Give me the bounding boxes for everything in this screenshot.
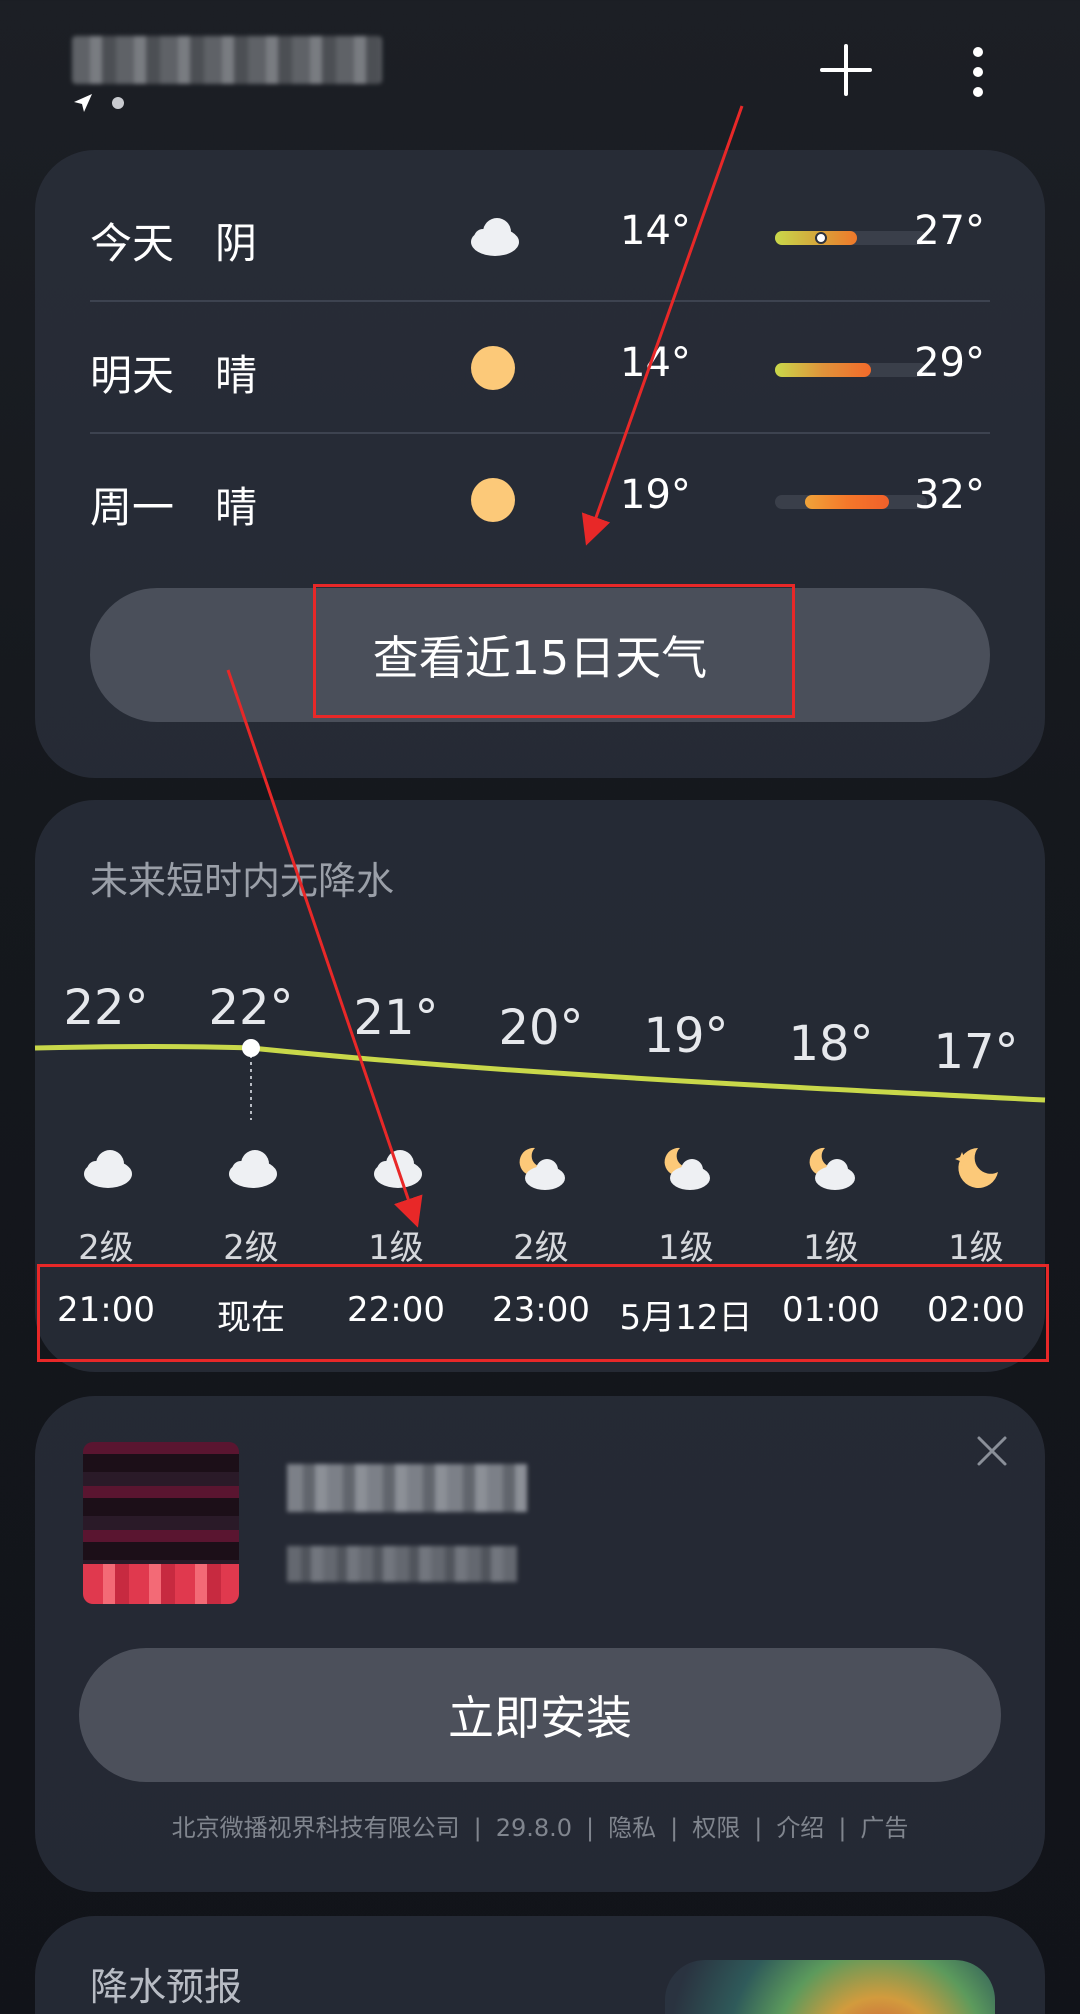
privacy-link[interactable]: 隐私 — [608, 1814, 656, 1842]
forecast-row-today[interactable]: 今天 阴 14° 27° — [90, 170, 990, 302]
cloud-icon — [84, 1150, 132, 1188]
ad-footer: 北京微播视界科技有限公司 | 29.8.0 | 隐私 | 权限 | 介绍 | 广告 — [171, 1814, 909, 1842]
high-temp: 27° — [914, 208, 985, 254]
current-temp-marker — [815, 232, 827, 244]
temp-range-bar — [775, 495, 927, 509]
highlight-box-15-day-button — [313, 584, 795, 718]
page-indicator-dot — [112, 97, 124, 109]
moon-icon — [955, 1148, 998, 1188]
top-bar — [0, 0, 1080, 140]
forecast-row-monday[interactable]: 周一 晴 19° 32° — [90, 434, 990, 566]
ad-label: 广告 — [860, 1814, 909, 1842]
hourly-icon-cell — [468, 1140, 614, 1196]
cloud-icon — [471, 218, 519, 256]
hour-temp: 19° — [643, 1008, 729, 1064]
hourly-icon-cell — [323, 1140, 469, 1196]
day-label: 明天 — [90, 351, 175, 400]
hour-temp: 22° — [63, 980, 149, 1036]
precipitation-map-thumbnail[interactable] — [665, 1960, 995, 2014]
temp-range-bar — [775, 231, 927, 245]
low-temp: 14° — [620, 340, 691, 386]
sun-icon — [471, 478, 515, 522]
hourly-icon-cell — [903, 1140, 1049, 1196]
hourly-icon-cell — [33, 1140, 179, 1196]
app-ad-card: 立即安装 北京微播视界科技有限公司 | 29.8.0 | 隐私 | 权限 | 介绍 | 广告 — [35, 1396, 1045, 1892]
wind-level: 2级 — [78, 1228, 134, 1268]
low-temp: 19° — [620, 472, 691, 518]
precipitation-title: 降水预报 — [90, 1965, 243, 2009]
precipitation-forecast-card[interactable]: 降水预报 — [35, 1916, 1045, 2014]
cloudy-night-icon — [664, 1147, 710, 1190]
cloudy-night-icon — [809, 1147, 855, 1190]
add-city-button[interactable] — [816, 40, 876, 100]
hourly-wind-cell: 1级 — [613, 1220, 759, 1269]
condition-label: 晴 — [215, 351, 258, 400]
hourly-icon-cell — [178, 1140, 324, 1196]
intro-link[interactable]: 介绍 — [776, 1814, 824, 1842]
hourly-wind-cell: 1级 — [323, 1220, 469, 1269]
condition-label: 晴 — [215, 483, 258, 532]
location-name-blurred[interactable] — [72, 36, 382, 84]
app-desc-blurred — [287, 1546, 517, 1582]
hourly-column[interactable]: 22° — [33, 980, 179, 1036]
day-label: 周一 — [90, 483, 175, 532]
high-temp: 32° — [914, 472, 985, 518]
hourly-column[interactable]: 20° — [468, 1000, 614, 1056]
hourly-wind-cell: 1级 — [758, 1220, 904, 1269]
app-icon-blurred[interactable] — [83, 1442, 239, 1604]
hour-temp: 17° — [933, 1024, 1019, 1080]
hourly-icon-cell — [758, 1140, 904, 1196]
permissions-link[interactable]: 权限 — [692, 1814, 740, 1842]
wind-level: 2级 — [513, 1228, 569, 1268]
hourly-column[interactable]: 22° — [178, 980, 324, 1036]
hourly-wind-cell: 1级 — [903, 1220, 1049, 1269]
cloudy-night-icon — [519, 1147, 565, 1190]
hourly-column[interactable]: 21° — [323, 990, 469, 1046]
hourly-column[interactable]: 18° — [758, 1016, 904, 1072]
hour-temp: 18° — [788, 1016, 874, 1072]
app-version: 29.8.0 — [495, 1814, 573, 1842]
wind-level: 2级 — [223, 1228, 279, 1268]
location-arrow-icon — [74, 94, 92, 112]
install-now-button[interactable]: 立即安装 — [79, 1648, 1001, 1782]
cloud-icon — [374, 1150, 422, 1188]
app-name-blurred — [287, 1464, 527, 1512]
highlight-box-hourly-times — [37, 1264, 1049, 1362]
hourly-icon-cell — [613, 1140, 759, 1196]
condition-label: 阴 — [215, 219, 258, 268]
wind-level: 1级 — [368, 1228, 424, 1268]
hour-temp: 21° — [353, 990, 439, 1046]
hour-temp: 22° — [208, 980, 294, 1036]
company-name: 北京微播视界科技有限公司 — [171, 1814, 460, 1842]
forecast-row-tomorrow[interactable]: 明天 晴 14° 29° — [90, 302, 990, 434]
low-temp: 14° — [620, 208, 691, 254]
wind-level: 1级 — [948, 1228, 1004, 1268]
sun-icon — [471, 346, 515, 390]
no-rain-notice: 未来短时内无降水 — [90, 859, 395, 903]
close-icon[interactable] — [975, 1434, 1009, 1468]
high-temp: 29° — [914, 340, 985, 386]
cloud-icon — [229, 1150, 277, 1188]
hourly-wind-cell: 2级 — [178, 1220, 324, 1269]
day-label: 今天 — [90, 219, 175, 268]
more-options-icon[interactable] — [960, 40, 996, 104]
temp-range-bar — [775, 363, 927, 377]
hour-temp: 20° — [498, 1000, 584, 1056]
wind-level: 1级 — [658, 1228, 714, 1268]
hourly-wind-cell: 2级 — [33, 1220, 179, 1269]
hourly-column[interactable]: 19° — [613, 1008, 759, 1064]
hourly-column[interactable]: 17° — [903, 1024, 1049, 1080]
wind-level: 1级 — [803, 1228, 859, 1268]
hourly-wind-cell: 2级 — [468, 1220, 614, 1269]
